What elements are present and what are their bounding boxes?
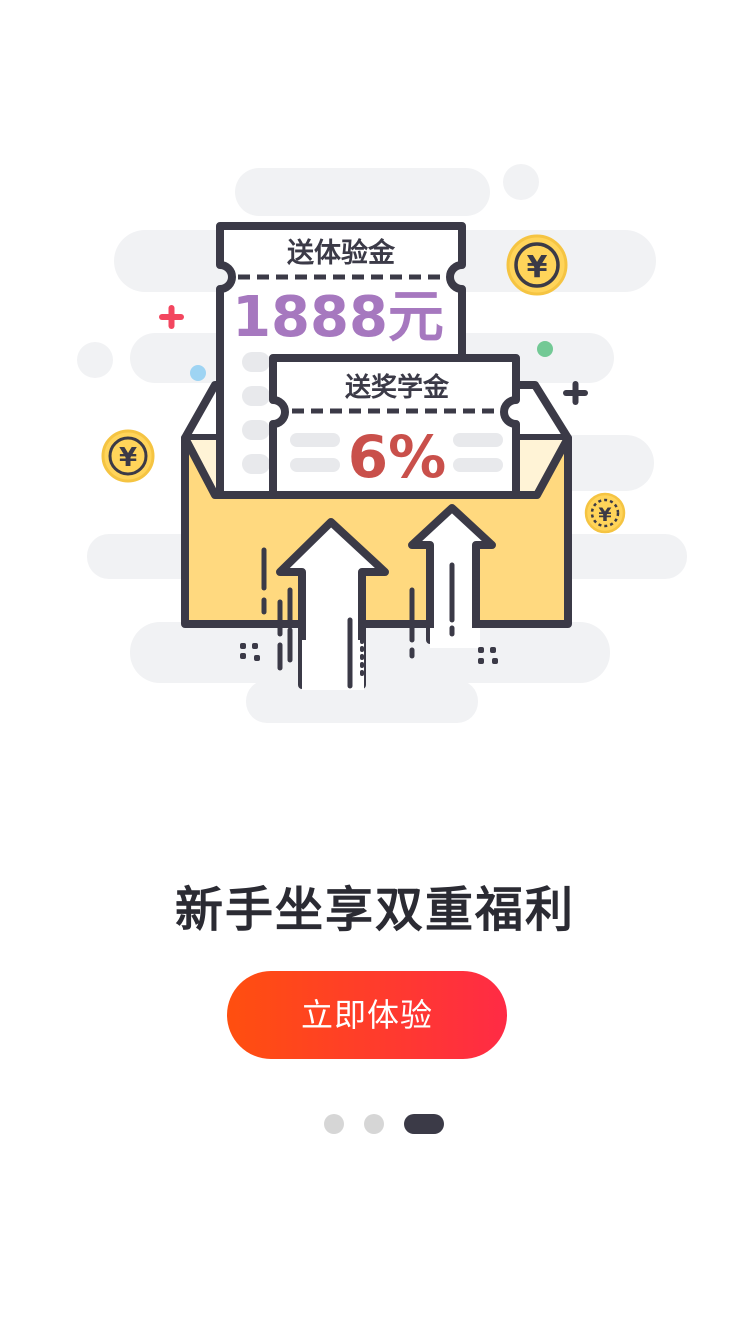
onboarding-page: 送体验金 1888元 送奖学金 6% ¥ ¥ ¥ 新手坐享双重福利 立即体验 [0, 0, 750, 1334]
page-indicator-dot[interactable] [324, 1114, 344, 1134]
pagination-dots [0, 1114, 750, 1134]
coin-icon: ¥ [506, 234, 568, 296]
coin-symbol: ¥ [119, 443, 137, 473]
ticket-scholarship-title: 送奖学金 [345, 372, 450, 403]
coin-symbol: ¥ [527, 250, 548, 285]
coin-symbol: ¥ [598, 504, 611, 526]
plus-icon [159, 305, 184, 329]
plus-icon [563, 381, 588, 405]
page-title: 新手坐享双重福利 [174, 882, 575, 938]
page-indicator-dot[interactable] [364, 1114, 384, 1134]
page-indicator-dot-active[interactable] [404, 1114, 444, 1134]
benefits-illustration: 送体验金 1888元 送奖学金 6% ¥ ¥ ¥ [77, 164, 687, 723]
green-dot [537, 341, 553, 357]
coin-icon: ¥ [101, 429, 155, 483]
ticket-trial-fund-value: 1888元 [232, 285, 444, 350]
start-experience-button[interactable]: 立即体验 [227, 971, 507, 1059]
coin-icon: ¥ [584, 492, 626, 534]
ticket-trial-fund-title: 送体验金 [287, 237, 396, 269]
ticket-scholarship-value: 6% [348, 423, 446, 491]
ticket-scholarship: 送奖学金 6% [269, 354, 520, 504]
blue-dot [190, 365, 206, 381]
